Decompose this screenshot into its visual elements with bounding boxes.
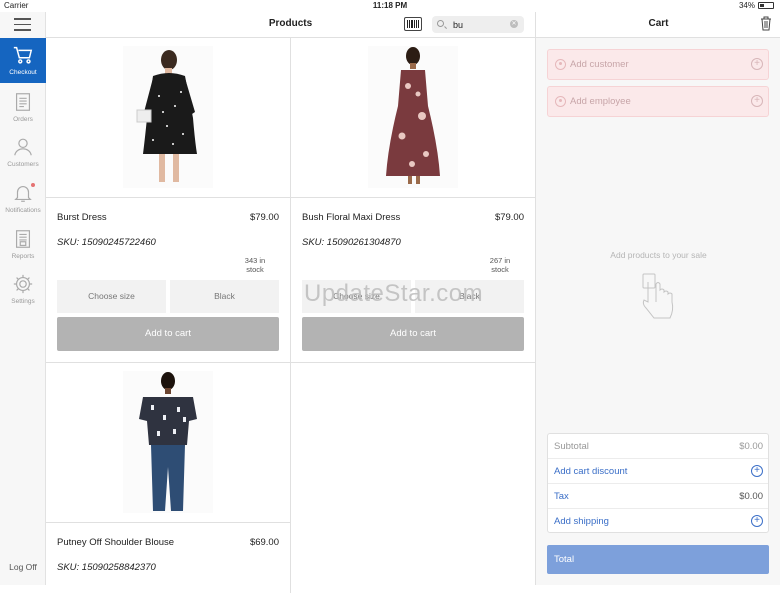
sidebar-item-label: Notifications: [5, 207, 41, 214]
battery-status: 34%: [739, 1, 774, 10]
stock-count: 267 in stock: [489, 256, 511, 274]
size-select[interactable]: Choose size: [57, 280, 166, 313]
trash-icon[interactable]: [760, 16, 772, 31]
sidebar-item-label: Settings: [11, 298, 35, 305]
tax-value: $0.00: [739, 491, 763, 502]
product-price: $79.00: [249, 212, 279, 223]
add-employee-label: Add employee: [570, 96, 631, 107]
add-cart-discount-row[interactable]: Add cart discount +: [548, 459, 768, 484]
empty-cart-message: Add products to your sale: [610, 250, 707, 260]
add-cart-discount-label: Add cart discount: [554, 466, 628, 477]
product-price: $79.00: [494, 212, 524, 223]
search-icon: [437, 20, 444, 27]
plus-icon: +: [751, 465, 763, 477]
person-icon: [14, 138, 32, 156]
product-name: Burst Dress: [57, 212, 107, 223]
gear-icon: [13, 274, 33, 294]
total-button[interactable]: Total: [547, 545, 769, 574]
notification-badge: [31, 183, 35, 187]
clock: 11:18 PM: [372, 1, 408, 10]
search-input[interactable]: [453, 18, 508, 31]
sidebar-item-settings[interactable]: Settings: [0, 267, 46, 312]
plus-icon: +: [751, 95, 763, 107]
plus-icon: +: [751, 58, 763, 70]
size-select[interactable]: Choose size: [302, 280, 411, 313]
cart-icon: [13, 46, 33, 64]
add-employee-button[interactable]: Add employee +: [547, 86, 769, 117]
burst-dress-photo: [123, 46, 213, 188]
sidebar-item-orders[interactable]: Orders: [0, 85, 46, 130]
product-sku: SKU: 15090258842370: [57, 562, 156, 573]
subtotal-row: Subtotal $0.00: [548, 434, 768, 459]
logoff-button[interactable]: Log Off: [0, 562, 46, 572]
product-name: Putney Off Shoulder Blouse: [57, 537, 175, 548]
sidebar-item-label: Reports: [11, 253, 35, 260]
product-price: $69.00: [249, 537, 279, 548]
report-icon: [15, 230, 31, 248]
sidebar-item-label: Orders: [13, 116, 33, 123]
product-image: [291, 38, 535, 198]
document-icon: [15, 93, 31, 111]
sidebar-item-checkout[interactable]: Checkout: [0, 38, 46, 83]
sidebar-item-notifications[interactable]: Notifications: [0, 176, 46, 221]
product-image: [46, 38, 290, 198]
add-to-cart-button[interactable]: Add to cart: [302, 317, 524, 351]
barcode-scan-icon[interactable]: [404, 17, 422, 31]
add-to-cart-button[interactable]: Add to cart: [57, 317, 279, 351]
product-card[interactable]: Putney Off Shoulder Blouse $69.00 SKU: 1…: [46, 363, 291, 593]
subtotal-label: Subtotal: [554, 441, 589, 452]
totals-panel: Subtotal $0.00 Add cart discount + Tax $…: [547, 433, 769, 533]
person-icon: [555, 96, 566, 107]
add-shipping-label: Add shipping: [554, 516, 609, 527]
sidebar-item-reports[interactable]: Reports: [0, 222, 46, 267]
status-bar: Carrier 11:18 PM 34%: [0, 0, 780, 12]
plus-icon: +: [751, 515, 763, 527]
tax-row[interactable]: Tax $0.00: [548, 484, 768, 509]
product-sku: SKU: 15090261304870: [302, 237, 401, 248]
product-card[interactable]: Bush Floral Maxi Dress $79.00 SKU: 15090…: [291, 38, 536, 363]
product-sku: SKU: 15090245722460: [57, 237, 156, 248]
cart-header: Cart: [536, 12, 780, 38]
off-shoulder-blouse-photo: [123, 371, 213, 513]
add-customer-button[interactable]: Add customer +: [547, 49, 769, 80]
person-icon: [555, 59, 566, 70]
product-card[interactable]: Burst Dress $79.00 SKU: 15090245722460 3…: [46, 38, 291, 363]
color-select[interactable]: Black: [415, 280, 524, 313]
sidebar-item-label: Customers: [7, 161, 39, 168]
battery-percent: 34%: [738, 1, 755, 10]
floral-maxi-dress-photo: [368, 46, 458, 188]
search-bar: ✕: [432, 16, 524, 33]
color-select[interactable]: Black: [170, 280, 279, 313]
product-name: Bush Floral Maxi Dress: [302, 212, 401, 223]
clear-search-icon[interactable]: ✕: [510, 20, 518, 28]
sidebar-item-label: Checkout: [9, 69, 37, 76]
add-shipping-row[interactable]: Add shipping +: [548, 509, 768, 534]
cart-panel: Cart Add customer + Add employee + Add p…: [535, 12, 780, 585]
subtotal-value: $0.00: [739, 441, 763, 452]
stock-count: 343 in stock: [244, 256, 266, 274]
menu-icon[interactable]: [14, 18, 31, 31]
product-grid: Burst Dress $79.00 SKU: 15090245722460 3…: [46, 38, 536, 593]
sidebar-item-customers[interactable]: Customers: [0, 130, 46, 175]
tap-hand-icon: [642, 273, 674, 319]
add-customer-label: Add customer: [570, 59, 629, 70]
product-image: [46, 363, 290, 523]
battery-icon: [758, 2, 774, 9]
sidebar: Checkout Orders Customers Notifications …: [0, 12, 46, 585]
tax-label: Tax: [554, 491, 569, 502]
cart-title: Cart: [648, 18, 669, 29]
products-header: Products ✕: [46, 12, 535, 38]
